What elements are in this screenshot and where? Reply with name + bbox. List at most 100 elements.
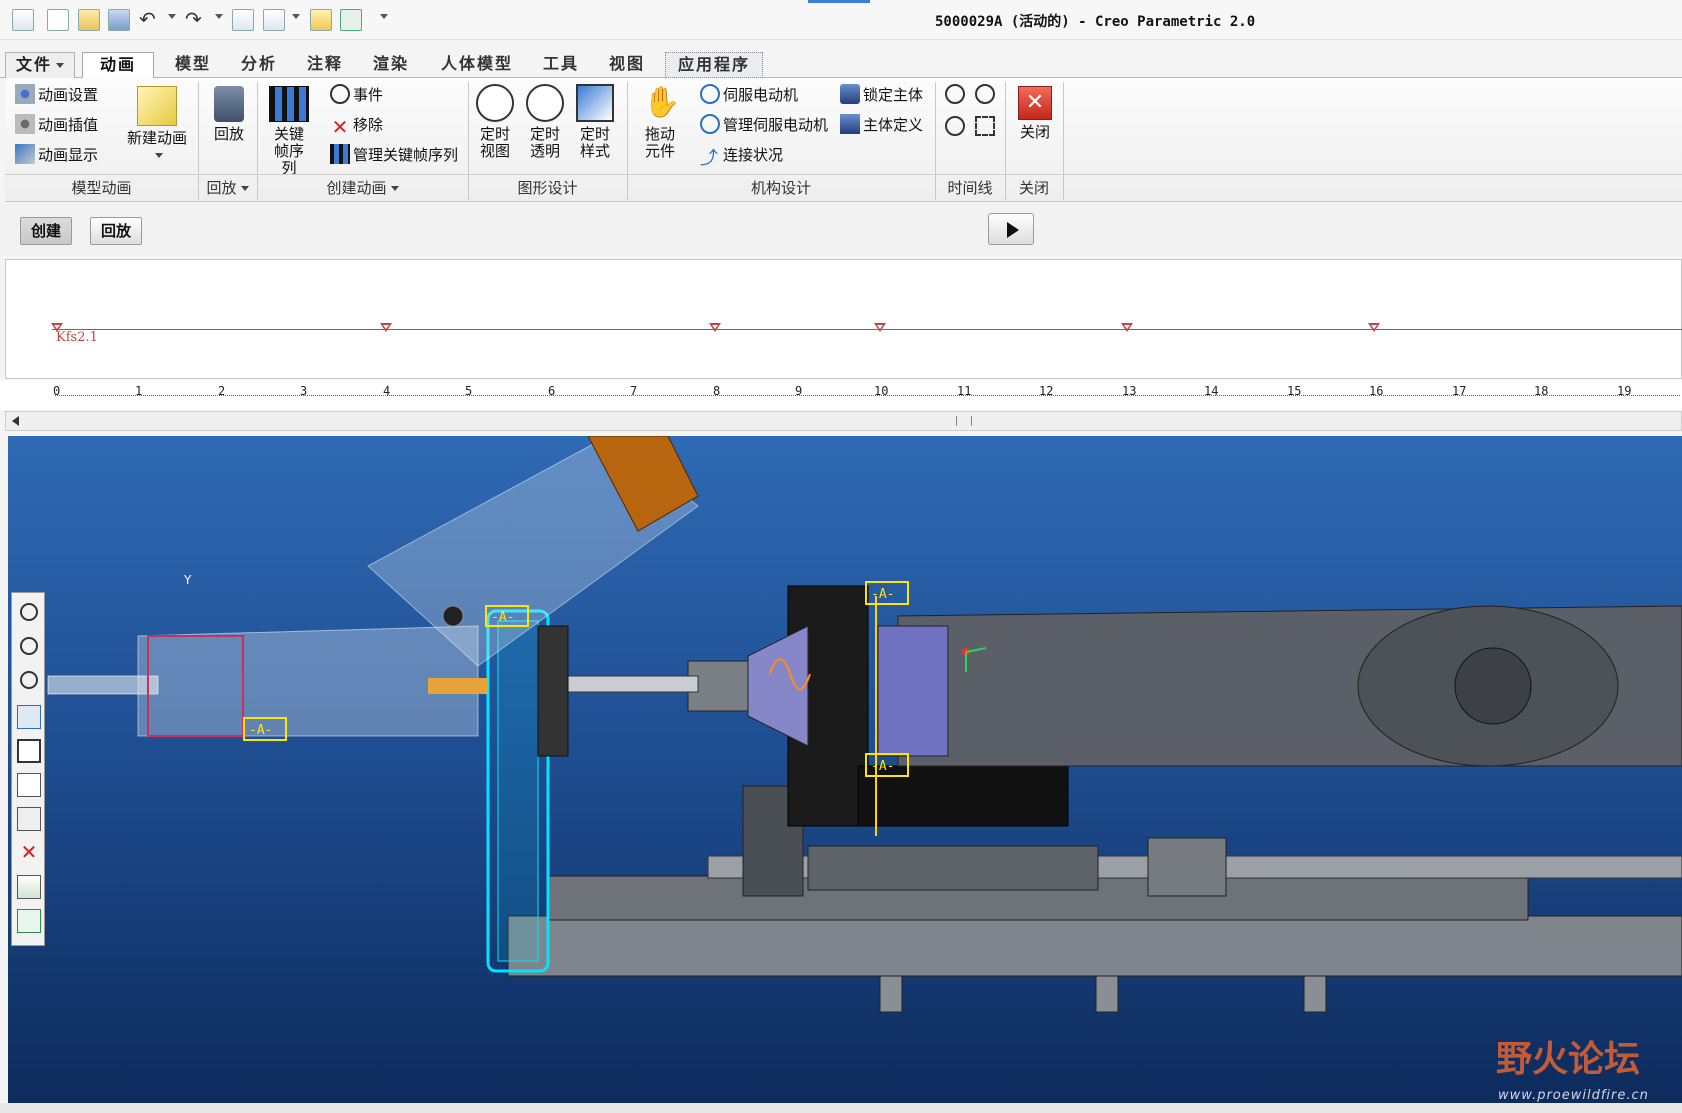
ruler-tick: 5 [465,384,473,398]
open-file-icon[interactable] [78,9,100,31]
manage-keyframe-seq-button[interactable]: 管理关键帧序列 [330,142,458,168]
timed-transparency-button[interactable]: 定时透明 [523,84,567,160]
scroll-grip[interactable] [956,416,972,426]
repaint-icon[interactable] [17,705,41,729]
tab-tools[interactable]: 工具 [530,52,592,78]
tab-model[interactable]: 模型 [160,52,226,78]
animation-timeline[interactable]: Kfs2.1 [5,259,1682,379]
mechanism-icon[interactable] [340,9,362,31]
keyframe-marker[interactable] [874,323,886,332]
play-button[interactable] [988,213,1034,245]
scroll-left-arrow-icon[interactable] [12,416,19,426]
zoom-out-icon[interactable] [20,671,38,689]
keyframe-marker[interactable] [380,323,392,332]
lock-body-icon [840,84,860,104]
screw-thread [807,845,1099,891]
timed-style-button[interactable]: 定时样式 [573,84,617,160]
zoom-out-time-icon[interactable] [975,84,995,104]
body-definition-label: 主体定义 [863,116,924,134]
base-rail [507,915,1682,977]
tab-render[interactable]: 渲染 [360,52,422,78]
group-title-playback[interactable]: 回放 [198,176,257,200]
new-animation-icon [137,86,177,126]
event-button[interactable]: 事件 [330,82,383,108]
ruler-tick: 8 [713,384,721,398]
keyframe-sequence-label: Kfs2.1 [56,330,98,345]
refit-icon[interactable] [20,603,38,621]
tab-applications[interactable]: 应用程序 [665,52,763,78]
lock-body-button[interactable]: 锁定主体 [840,82,923,108]
tab-manikin[interactable]: 人体模型 [430,52,524,78]
tab-file[interactable]: 文件 [5,52,75,78]
datum-display-icon[interactable]: ✕ [17,841,41,865]
display-style-icon[interactable] [17,739,41,763]
ruler-tick: 1 [135,384,143,398]
support-leg [1095,975,1119,1013]
anim-interpolation-button[interactable]: 动画插值 [15,112,98,138]
remove-button[interactable]: ✕ 移除 [330,112,383,138]
graphics-viewport[interactable]: -A- -A- -A- -A- Y [8,436,1682,1103]
saved-views-icon[interactable] [17,773,41,797]
zoom-time-icon[interactable] [945,116,965,136]
windows-dropdown-icon[interactable] [292,14,300,19]
view-toolbar: ✕ [11,592,45,946]
fit-time-icon[interactable] [975,116,995,136]
mechanism-display-icon[interactable] [17,909,41,933]
spindle-tip [47,675,159,695]
body-definition-button[interactable]: 主体定义 [840,112,923,138]
keyframe-sequence-button[interactable]: 关键帧序列 [260,86,318,177]
keyframe-marker[interactable] [1121,323,1133,332]
drag-components-button[interactable]: ✋ 拖动元件 [635,84,685,160]
model-scene: -A- -A- -A- -A- Y [47,436,1682,1013]
regenerate-icon[interactable] [232,9,254,31]
new-file-icon[interactable] [47,9,69,31]
tab-view[interactable]: 视图 [596,52,658,78]
keyframe-marker[interactable] [1368,323,1380,332]
orange-pin [428,678,488,694]
timed-style-icon [576,84,614,122]
manage-servo-motor-icon [700,114,720,134]
group-title-create-animation[interactable]: 创建动画 [257,176,468,200]
support-leg [1303,975,1327,1013]
create-mode-button[interactable]: 创建 [20,217,73,245]
undo-icon[interactable]: ↶ [139,9,161,31]
playback-mode-button[interactable]: 回放 [90,217,143,245]
ruler-tick: 0 [53,384,61,398]
keyframe-marker[interactable] [709,323,721,332]
servo-motor-button[interactable]: 伺服电动机 [700,82,798,108]
app-logo-icon[interactable] [12,9,34,31]
ruler-tick: 16 [1369,384,1384,398]
playback-button[interactable]: 回放 [203,86,255,143]
zoom-in-time-icon[interactable] [945,84,965,104]
tab-analysis[interactable]: 分析 [228,52,290,78]
annotation-display-icon[interactable] [17,875,41,899]
ruler-tick: 17 [1452,384,1467,398]
ruler-tick: 6 [548,384,556,398]
connection-status-button[interactable]: ⤴ 连接状况 [700,142,783,169]
folder-icon[interactable] [310,9,332,31]
ruler-tick: 13 [1122,384,1137,398]
redo-dropdown-icon[interactable] [215,14,223,19]
new-animation-button[interactable]: 新建动画 [117,86,197,164]
anim-settings-button[interactable]: 动画设置 [15,82,98,108]
windows-icon[interactable] [263,9,285,31]
save-icon[interactable] [108,9,130,31]
timed-style-label: 定时样式 [579,125,610,160]
tab-animation[interactable]: 动画 [82,52,154,79]
event-label: 事件 [353,86,384,104]
tab-annotate[interactable]: 注释 [294,52,356,78]
undo-dropdown-icon[interactable] [168,14,176,19]
ruler-tick: 9 [795,384,803,398]
redo-icon[interactable]: ↷ [185,9,207,31]
view-manager-icon[interactable] [17,807,41,831]
qat-customize-icon[interactable] [380,14,388,19]
ribbon-tabs: 文件 动画 模型 分析 注释 渲染 人体模型 工具 视图 应用程序 [0,50,1682,79]
timed-view-button[interactable]: 定时视图 [473,84,517,160]
anim-display-button[interactable]: 动画显示 [15,142,98,168]
close-button[interactable]: ✕ 关闭 [1010,86,1060,141]
zoom-in-icon[interactable] [20,637,38,655]
manage-servo-motor-button[interactable]: 管理伺服电动机 [700,112,828,138]
forum-watermark: 野火论坛 [1496,1038,1641,1080]
timeline-scrollbar[interactable] [5,411,1682,431]
datum-tag: -A- [491,610,514,625]
